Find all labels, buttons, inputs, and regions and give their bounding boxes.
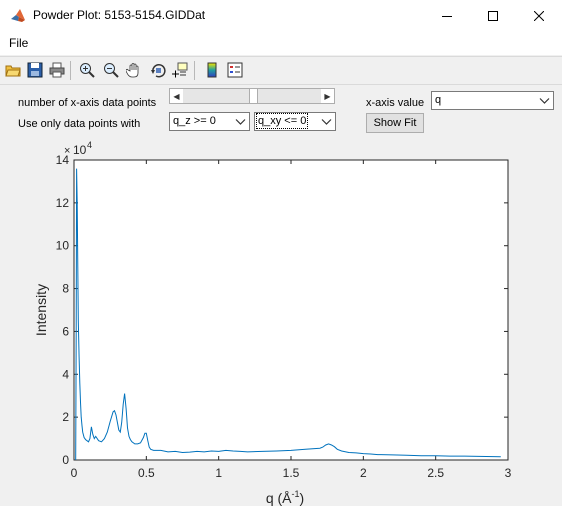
x-tick-label: 2: [360, 466, 367, 480]
rotate-icon[interactable]: [149, 61, 167, 79]
y-tick-label: 6: [62, 324, 69, 338]
y-tick-label: 12: [56, 196, 70, 210]
x-tick-label: 3: [505, 466, 512, 480]
plot-area: [73, 159, 509, 461]
toolbar-separator: [194, 61, 195, 80]
data-cursor-icon[interactable]: [171, 61, 189, 79]
x-tick-label: 0: [71, 466, 78, 480]
zoom-in-icon[interactable]: [78, 61, 96, 79]
powder-plot-chart[interactable]: 0 0.5 1 1.5 2 2.5 302468101214 × 10 4 Intensit…: [0, 140, 562, 506]
close-icon: [534, 10, 544, 21]
window-title: Powder Plot: 5153-5154.GIDDat: [33, 8, 206, 22]
x-points-slider[interactable]: ◀ ▶: [169, 88, 335, 104]
pan-icon[interactable]: [125, 61, 143, 79]
x-tick-label: 0.5: [138, 466, 155, 480]
maximize-button[interactable]: [470, 0, 516, 31]
title-bar: Powder Plot: 5153-5154.GIDDat: [0, 0, 562, 31]
toolbar: [0, 56, 562, 85]
y-tick-label: 0: [62, 453, 69, 467]
slider-thumb[interactable]: [248, 89, 258, 103]
qxy-filter-select[interactable]: q_xy <= 0: [254, 112, 336, 131]
x-points-label: number of x-axis data points: [18, 97, 157, 109]
menu-bar: File: [0, 31, 562, 55]
save-icon[interactable]: [26, 61, 44, 79]
colorbar-icon[interactable]: [203, 61, 221, 79]
chevron-down-icon: [321, 119, 332, 125]
minimize-button[interactable]: [424, 0, 470, 31]
chevron-down-icon: [235, 119, 246, 125]
x-axis-label-sup: -1: [292, 489, 300, 499]
x-tick-label: 1: [215, 466, 222, 480]
y-exponent-base: 10: [73, 143, 87, 157]
slider-left-arrow-icon[interactable]: ◀: [170, 89, 183, 103]
x-tick-label: 1.5: [283, 466, 300, 480]
chevron-down-icon: [539, 98, 550, 104]
maximize-icon: [488, 10, 498, 21]
x-axis-label-end: ): [300, 490, 305, 506]
matlab-app-icon: [10, 8, 26, 24]
y-tick-label: 2: [62, 410, 69, 424]
qxy-filter-selected: q_xy <= 0: [255, 113, 309, 129]
x-axis-value-selected: q: [435, 94, 442, 106]
x-tick-label: 2.5: [427, 466, 444, 480]
show-fit-button[interactable]: Show Fit: [366, 113, 424, 133]
open-icon[interactable]: [4, 61, 22, 79]
legend-icon[interactable]: [226, 61, 244, 79]
zoom-out-icon[interactable]: [102, 61, 120, 79]
qz-filter-selected: q_z >= 0: [173, 115, 216, 127]
y-exponent-power: 4: [87, 140, 92, 150]
toolbar-separator: [70, 61, 71, 80]
x-axis-value-label: x-axis value: [366, 97, 425, 109]
y-tick-label: 8: [62, 282, 69, 296]
menu-file[interactable]: File: [9, 36, 28, 50]
close-button[interactable]: [516, 0, 562, 31]
y-tick-label: 4: [62, 367, 69, 381]
y-tick-label: 10: [56, 239, 70, 253]
slider-right-arrow-icon[interactable]: ▶: [321, 89, 334, 103]
y-exponent-prefix: ×: [64, 145, 70, 157]
x-axis-label: q (Å-1): [266, 489, 304, 506]
qz-filter-select[interactable]: q_z >= 0: [169, 112, 250, 131]
minimize-icon: [442, 15, 452, 17]
y-axis-label: Intensity: [33, 284, 49, 336]
x-axis-label-main: q (Å: [266, 490, 292, 506]
print-icon[interactable]: [48, 61, 66, 79]
x-axis-value-select[interactable]: q: [431, 91, 554, 110]
filter-label: Use only data points with: [18, 118, 141, 130]
